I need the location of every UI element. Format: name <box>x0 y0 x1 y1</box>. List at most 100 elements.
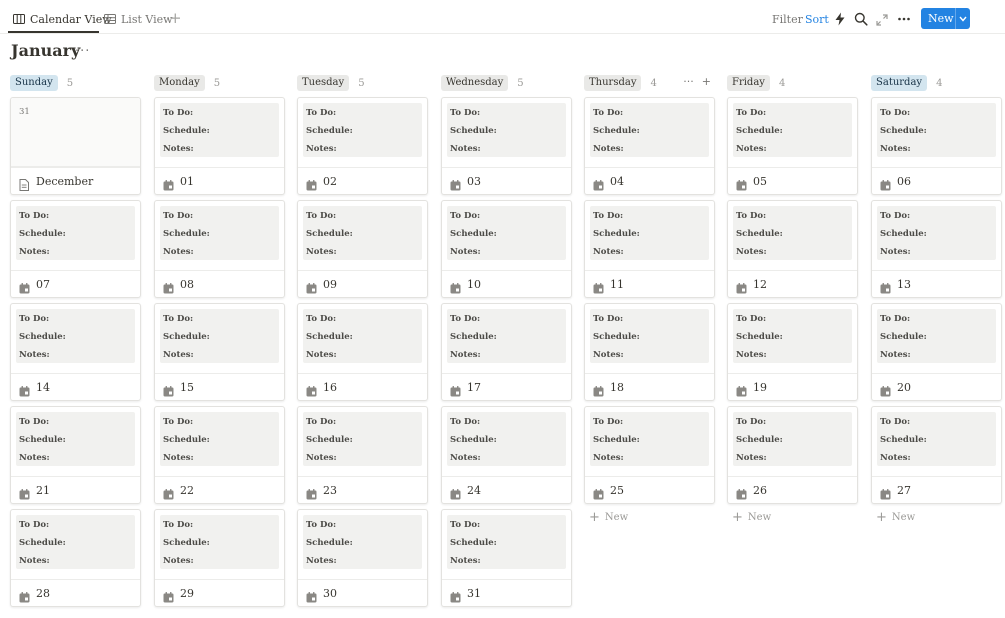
calendar-card[interactable]: To Do: Schedule: Notes: 21 <box>10 406 141 504</box>
card-title: 10 <box>467 278 481 291</box>
preview-schedule-label: Schedule: <box>593 332 640 342</box>
card-title: 01 <box>180 175 194 188</box>
preview-todo-label: To Do: <box>593 417 624 427</box>
card-preview: To Do: Schedule: Notes: <box>733 206 852 260</box>
calendar-card[interactable]: To Do: Schedule: Notes: 05 <box>727 97 858 195</box>
calendar-card[interactable]: To Do: Schedule: Notes: 16 <box>297 303 428 401</box>
add-view-button[interactable]: + <box>169 9 182 27</box>
calendar-card[interactable]: To Do: Schedule: Notes: 10 <box>441 200 572 298</box>
calendar-card[interactable]: To Do: Schedule: Notes: 19 <box>727 303 858 401</box>
calendar-card[interactable]: To Do: Schedule: Notes: 24 <box>441 406 572 504</box>
calendar-page-icon <box>450 588 461 603</box>
preview-todo-label: To Do: <box>880 417 911 427</box>
card-preview: To Do: Schedule: Notes: <box>447 206 566 260</box>
calendar-card[interactable]: To Do: Schedule: Notes: 23 <box>297 406 428 504</box>
preview-schedule-label: Schedule: <box>736 332 783 342</box>
preview-notes-label: Notes: <box>306 453 337 463</box>
preview-todo-label: To Do: <box>163 211 194 221</box>
calendar-card[interactable]: To Do: Schedule: Notes: 11 <box>584 200 715 298</box>
calendar-card[interactable]: To Do: Schedule: Notes: 31 <box>441 509 572 607</box>
preview-notes-label: Notes: <box>450 144 481 154</box>
card-title-row: 18 <box>585 373 714 401</box>
card-preview: To Do: Schedule: Notes: <box>16 206 135 260</box>
calendar-card[interactable]: To Do: Schedule: Notes: 22 <box>154 406 285 504</box>
card-title: 21 <box>36 484 50 497</box>
calendar-card[interactable]: To Do: Schedule: Notes: 25 <box>584 406 715 504</box>
calendar-page-icon <box>306 279 317 294</box>
calendar-card[interactable]: To Do: Schedule: Notes: 06 <box>871 97 1002 195</box>
preview-notes-label: Notes: <box>163 350 194 360</box>
card-title: December <box>36 175 94 188</box>
add-card-label: New <box>604 512 629 523</box>
calendar-card[interactable]: To Do: Schedule: Notes: 02 <box>297 97 428 195</box>
preview-schedule-label: Schedule: <box>593 229 640 239</box>
card-preview: To Do: Schedule: Notes: <box>303 412 422 466</box>
card-title: 25 <box>610 484 624 497</box>
active-tab-indicator <box>8 31 99 33</box>
sort-button[interactable]: Sort <box>805 9 829 29</box>
calendar-card[interactable]: To Do: Schedule: Notes: 04 <box>584 97 715 195</box>
calendar-card[interactable]: To Do: Schedule: Notes: 03 <box>441 97 572 195</box>
add-card-button[interactable]: + New <box>732 510 771 525</box>
calendar-card[interactable]: To Do: Schedule: Notes: 09 <box>297 200 428 298</box>
column-actions: ··· + <box>683 75 711 88</box>
preview-notes-label: Notes: <box>450 247 481 257</box>
chevron-down-icon[interactable] <box>956 16 970 22</box>
filter-button[interactable]: Filter <box>772 9 803 29</box>
card-preview: To Do: Schedule: Notes: <box>160 515 279 569</box>
calendar-card[interactable]: To Do: Schedule: Notes: 18 <box>584 303 715 401</box>
calendar-page-icon <box>306 176 317 191</box>
search-icon[interactable] <box>854 11 868 26</box>
calendar-card[interactable]: To Do: Schedule: Notes: 20 <box>871 303 1002 401</box>
calendar-card[interactable]: 31 December <box>10 97 141 195</box>
card-preview: To Do: Schedule: Notes: <box>877 206 996 260</box>
new-button[interactable]: New <box>921 8 970 29</box>
add-card-button[interactable]: + New <box>876 510 915 525</box>
preview-todo-label: To Do: <box>306 211 337 221</box>
calendar-page-icon <box>19 279 30 294</box>
add-card-button[interactable]: + New <box>589 510 628 525</box>
preview-notes-label: Notes: <box>450 350 481 360</box>
column-more-icon[interactable]: ··· <box>683 75 694 88</box>
preview-schedule-label: Schedule: <box>450 126 497 136</box>
calendar-card[interactable]: To Do: Schedule: Notes: 07 <box>10 200 141 298</box>
card-title-row: 24 <box>442 476 571 504</box>
card-title-row: 23 <box>298 476 427 504</box>
calendar-card[interactable]: To Do: Schedule: Notes: 26 <box>727 406 858 504</box>
calendar-card[interactable]: To Do: Schedule: Notes: 28 <box>10 509 141 607</box>
card-title-row: 11 <box>585 270 714 298</box>
add-card-label: New <box>747 512 772 523</box>
card-title: 15 <box>180 381 194 394</box>
preview-schedule-label: Schedule: <box>593 435 640 445</box>
more-icon[interactable] <box>897 11 911 25</box>
calendar-page-icon <box>163 279 174 294</box>
calendar-card[interactable]: To Do: Schedule: Notes: 01 <box>154 97 285 195</box>
calendar-card[interactable]: To Do: Schedule: Notes: 08 <box>154 200 285 298</box>
tab-calendar-view[interactable]: Calendar View <box>13 6 112 32</box>
calendar-card[interactable]: To Do: Schedule: Notes: 29 <box>154 509 285 607</box>
calendar-card[interactable]: To Do: Schedule: Notes: 30 <box>297 509 428 607</box>
preview-todo-label: To Do: <box>306 417 337 427</box>
preview-notes-label: Notes: <box>593 247 624 257</box>
calendar-card[interactable]: To Do: Schedule: Notes: 12 <box>727 200 858 298</box>
lightning-icon[interactable] <box>834 11 848 26</box>
calendar-card[interactable]: To Do: Schedule: Notes: 14 <box>10 303 141 401</box>
calendar-card[interactable]: To Do: Schedule: Notes: 17 <box>441 303 572 401</box>
preview-notes-label: Notes: <box>450 556 481 566</box>
title-more-icon[interactable]: ··· <box>75 44 90 59</box>
calendar-page-icon <box>450 485 461 500</box>
column-header: Wednesday 5 <box>441 74 572 92</box>
calendar-page-icon <box>163 382 174 397</box>
expand-icon[interactable] <box>876 11 890 26</box>
preview-notes-label: Notes: <box>19 247 50 257</box>
calendar-page-icon <box>880 279 891 294</box>
calendar-page-icon <box>19 588 30 603</box>
card-title-row: 17 <box>442 373 571 401</box>
preview-schedule-label: Schedule: <box>19 229 66 239</box>
calendar-card[interactable]: To Do: Schedule: Notes: 27 <box>871 406 1002 504</box>
tab-list-view[interactable]: List View <box>104 6 173 32</box>
column-add-icon[interactable]: + <box>702 75 711 88</box>
calendar-card[interactable]: To Do: Schedule: Notes: 13 <box>871 200 1002 298</box>
calendar-page-icon <box>736 176 747 191</box>
calendar-card[interactable]: To Do: Schedule: Notes: 15 <box>154 303 285 401</box>
